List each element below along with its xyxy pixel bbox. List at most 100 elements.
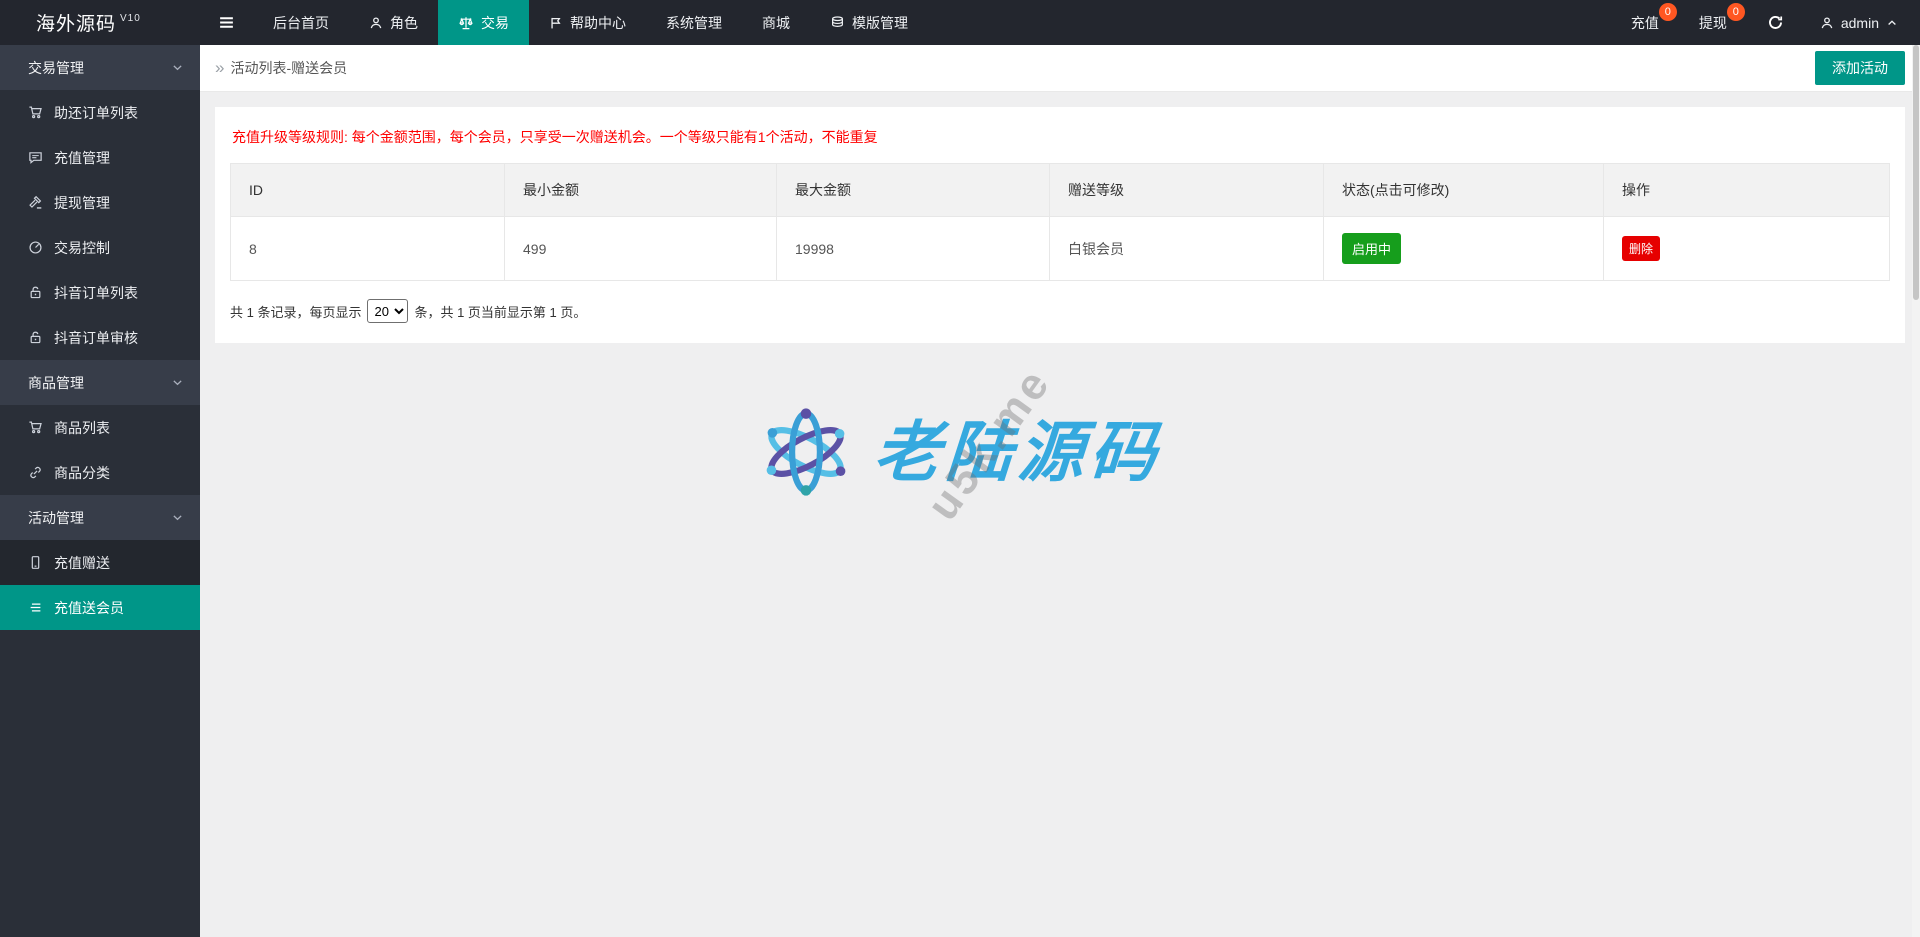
scales-icon bbox=[458, 15, 474, 31]
chevron-down-icon bbox=[171, 511, 184, 524]
nav-item-label: 交易 bbox=[481, 14, 509, 31]
sidebar-item-douyin-orders[interactable]: 抖音订单列表 bbox=[0, 270, 200, 315]
sidebar-item-product-list[interactable]: 商品列表 bbox=[0, 405, 200, 450]
sidebar-item-label: 提现管理 bbox=[54, 194, 110, 211]
topbar-actions: 充值 0 提现 0 admin bbox=[1611, 0, 1920, 45]
nav-item-help[interactable]: 帮助中心 bbox=[529, 0, 646, 45]
menu-icon bbox=[218, 14, 235, 31]
refresh-button[interactable] bbox=[1747, 0, 1804, 45]
cell-actions: 删除 bbox=[1603, 216, 1890, 281]
cell-id: 8 bbox=[230, 216, 505, 281]
nav-item-templates[interactable]: 模版管理 bbox=[810, 0, 928, 45]
layers-icon bbox=[830, 15, 845, 30]
admin-page: 海外源码 V10 后台首页 角色 交易 帮助中心 系统管理 商城 模版管理 充值… bbox=[0, 0, 1920, 937]
sidebar-item-recharge-gift[interactable]: 充值赠送 bbox=[0, 540, 200, 585]
pagination-prefix: 共 1 条记录，每页显示 bbox=[230, 304, 362, 320]
sidebar-item-label: 充值送会员 bbox=[54, 599, 124, 616]
user-icon bbox=[369, 16, 383, 30]
withdraw-button[interactable]: 提现 0 bbox=[1679, 0, 1747, 45]
status-toggle-button[interactable]: 启用中 bbox=[1342, 233, 1402, 264]
nav-item-home[interactable]: 后台首页 bbox=[253, 0, 349, 45]
sidebar-item-douyin-review[interactable]: 抖音订单审核 bbox=[0, 315, 200, 360]
app-logo: 海外源码 V10 bbox=[0, 0, 200, 45]
add-activity-button[interactable]: 添加活动 bbox=[1815, 51, 1905, 85]
activity-table: ID 最小金额 最大金额 赠送等级 状态(点击可修改) 操作 8 499 199… bbox=[230, 163, 1890, 281]
col-header-max-amount: 最大金额 bbox=[776, 163, 1050, 217]
nav-item-mall[interactable]: 商城 bbox=[742, 0, 810, 45]
sidebar-item-withdraw-mgmt[interactable]: 提现管理 bbox=[0, 180, 200, 225]
nav-item-label: 后台首页 bbox=[273, 14, 329, 31]
recharge-badge: 0 bbox=[1658, 3, 1677, 21]
list-icon bbox=[28, 600, 43, 615]
recharge-label: 充值 bbox=[1630, 14, 1659, 31]
breadcrumb: » 活动列表-赠送会员 bbox=[215, 58, 347, 78]
sidebar-item-label: 抖音订单列表 bbox=[54, 284, 138, 301]
sidebar-group-label: 活动管理 bbox=[28, 509, 84, 526]
main-content: » 活动列表-赠送会员 添加活动 充值升级等级规则: 每个金额范围，每个会员，只… bbox=[200, 45, 1920, 937]
chevron-down-icon bbox=[171, 376, 184, 389]
lock-icon bbox=[28, 285, 43, 300]
nav-item-trade[interactable]: 交易 bbox=[438, 0, 529, 45]
link-icon bbox=[28, 465, 43, 480]
user-menu[interactable]: admin bbox=[1804, 0, 1920, 45]
cell-max-amount: 19998 bbox=[776, 216, 1050, 281]
double-angle-icon: » bbox=[215, 58, 225, 77]
col-header-actions: 操作 bbox=[1603, 163, 1890, 217]
chevron-down-icon bbox=[171, 61, 184, 74]
page-size-select[interactable]: 20 bbox=[367, 299, 409, 323]
delete-button[interactable]: 删除 bbox=[1622, 236, 1661, 261]
rule-notice: 充值升级等级规则: 每个金额范围，每个会员，只享受一次赠送机会。一个等级只能有1… bbox=[232, 129, 878, 145]
app-logo-version: V10 bbox=[120, 13, 141, 24]
cell-gift-level: 白银会员 bbox=[1049, 216, 1324, 281]
cell-min-amount: 499 bbox=[504, 216, 777, 281]
col-header-status: 状态(点击可修改) bbox=[1323, 163, 1604, 217]
activity-card: 充值升级等级规则: 每个金额范围，每个会员，只享受一次赠送机会。一个等级只能有1… bbox=[215, 107, 1905, 343]
sidebar-item-label: 商品列表 bbox=[54, 419, 110, 436]
nav-item-roles[interactable]: 角色 bbox=[349, 0, 438, 45]
sidebar-item-recharge-mgmt[interactable]: 充值管理 bbox=[0, 135, 200, 180]
scrollbar-thumb[interactable] bbox=[1913, 45, 1919, 300]
page-title: 活动列表-赠送会员 bbox=[230, 60, 348, 76]
pagination-suffix: 条，共 1 页当前显示第 1 页。 bbox=[414, 304, 587, 320]
sidebar-group-label: 交易管理 bbox=[28, 59, 84, 76]
breadcrumb-bar: » 活动列表-赠送会员 添加活动 bbox=[200, 45, 1920, 92]
gavel-icon bbox=[28, 195, 43, 210]
sidebar-item-label: 商品分类 bbox=[54, 464, 110, 481]
sidebar-item-label: 抖音订单审核 bbox=[54, 329, 138, 346]
table-row: 8 499 19998 白银会员 启用中 删除 bbox=[230, 216, 1890, 281]
app-logo-text: 海外源码 bbox=[36, 14, 117, 35]
sidebar-item-label: 充值管理 bbox=[54, 149, 110, 166]
cell-status: 启用中 bbox=[1323, 216, 1604, 281]
sidebar-item-trade-control[interactable]: 交易控制 bbox=[0, 225, 200, 270]
sidebar-group-trade-mgmt[interactable]: 交易管理 bbox=[0, 45, 200, 90]
mobile-icon bbox=[28, 555, 43, 570]
menu-toggle-button[interactable] bbox=[200, 0, 253, 45]
user-icon bbox=[1820, 16, 1834, 30]
nav-item-system[interactable]: 系统管理 bbox=[646, 0, 742, 45]
nav-item-label: 模版管理 bbox=[852, 14, 908, 31]
nav-item-label: 商城 bbox=[762, 14, 790, 31]
col-header-min-amount: 最小金额 bbox=[504, 163, 777, 217]
sidebar-item-repay-orders[interactable]: 助还订单列表 bbox=[0, 90, 200, 135]
nav-item-label: 帮助中心 bbox=[570, 14, 626, 31]
recharge-button[interactable]: 充值 0 bbox=[1611, 0, 1679, 45]
sidebar-item-product-category[interactable]: 商品分类 bbox=[0, 450, 200, 495]
withdraw-label: 提现 bbox=[1698, 14, 1727, 31]
sidebar-item-label: 助还订单列表 bbox=[54, 104, 138, 121]
table-header-row: ID 最小金额 最大金额 赠送等级 状态(点击可修改) 操作 bbox=[230, 163, 1890, 217]
vertical-scrollbar[interactable] bbox=[1912, 45, 1920, 937]
chevron-up-icon bbox=[1886, 17, 1898, 29]
refresh-icon bbox=[1767, 14, 1784, 31]
lock-icon bbox=[28, 330, 43, 345]
nav-item-label: 角色 bbox=[390, 14, 418, 31]
comment-icon bbox=[28, 150, 43, 165]
withdraw-badge: 0 bbox=[1726, 3, 1745, 21]
col-header-id: ID bbox=[230, 163, 505, 217]
sidebar: 交易管理 助还订单列表 充值管理 提现管理 交易控制 抖音订单列表 抖音订单审核… bbox=[0, 45, 200, 937]
sidebar-group-product-mgmt[interactable]: 商品管理 bbox=[0, 360, 200, 405]
sidebar-item-recharge-member[interactable]: 充值送会员 bbox=[0, 585, 200, 630]
sidebar-group-activity-mgmt[interactable]: 活动管理 bbox=[0, 495, 200, 540]
cart-icon bbox=[28, 420, 43, 435]
cart-icon bbox=[28, 105, 43, 120]
username: admin bbox=[1840, 14, 1879, 31]
